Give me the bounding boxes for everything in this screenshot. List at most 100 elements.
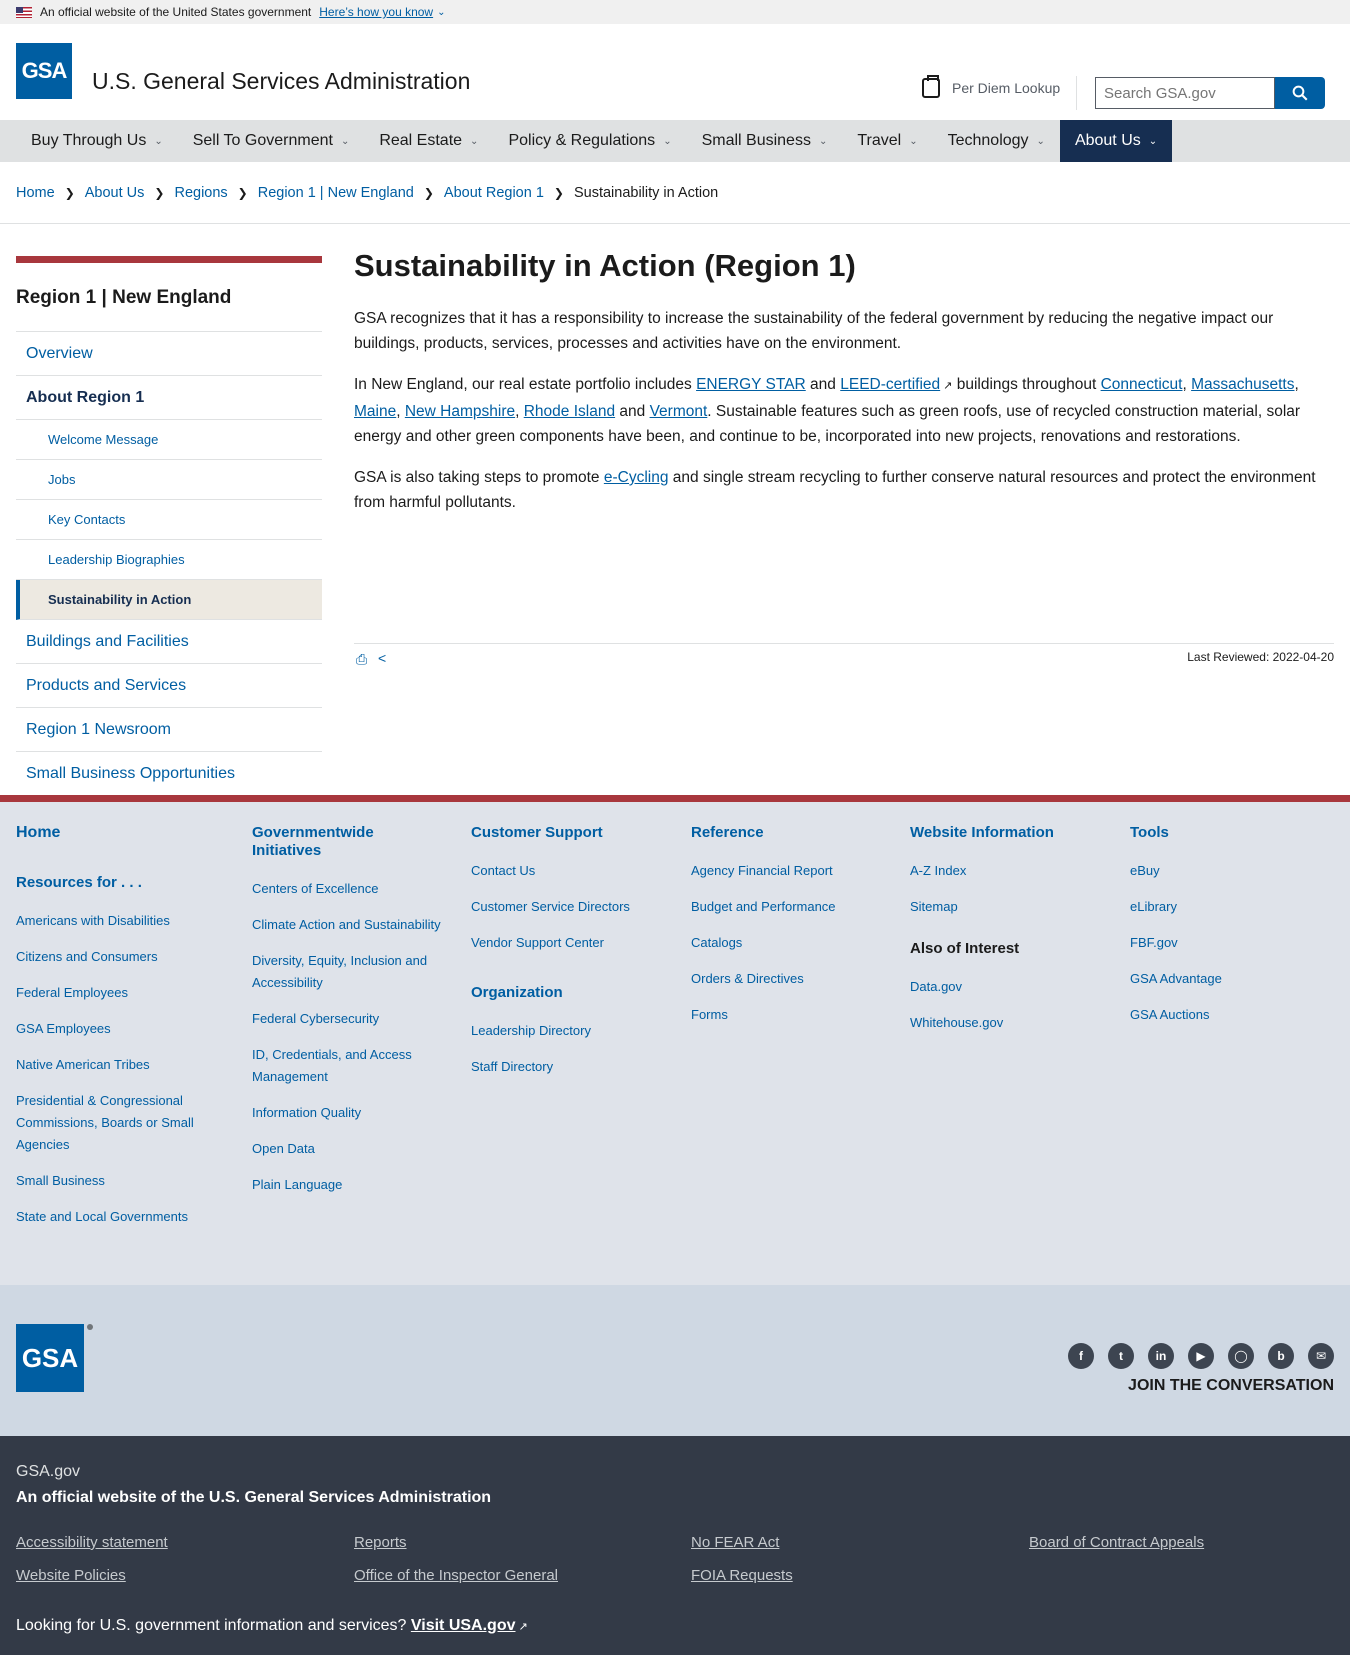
breadcrumb-about-region-1[interactable]: About Region 1 [444, 185, 544, 201]
search-button[interactable] [1275, 77, 1325, 109]
footer-link[interactable]: Contact Us [471, 860, 671, 882]
footer-link[interactable]: Staff Directory [471, 1056, 671, 1078]
footer-link[interactable]: Federal Cybersecurity [252, 1008, 442, 1030]
breadcrumb-regions[interactable]: Regions [174, 185, 227, 201]
linkedin-icon[interactable]: in [1148, 1343, 1174, 1369]
footer-link[interactable]: eBuy [1130, 860, 1330, 882]
breadcrumb-region-1[interactable]: Region 1 | New England [258, 185, 414, 201]
nav-policy-regulations[interactable]: Policy & Regulations ⌄ [493, 120, 686, 162]
footer-link[interactable]: GSA Advantage [1130, 968, 1330, 990]
no-fear-act-link[interactable]: No FEAR Act [691, 1534, 779, 1551]
new-hampshire-link[interactable]: New Hampshire [405, 403, 515, 420]
divider [1076, 76, 1077, 110]
footer-link[interactable]: eLibrary [1130, 896, 1330, 918]
footer-link[interactable]: Agency Financial Report [691, 860, 891, 882]
footer-link[interactable]: Federal Employees [16, 982, 216, 1004]
youtube-icon[interactable]: ▶ [1188, 1343, 1214, 1369]
nav-small-business[interactable]: Small Business ⌄ [687, 120, 843, 162]
footer-link[interactable]: State and Local Governments [16, 1206, 216, 1228]
footer-site-name[interactable]: GSA.gov [16, 1463, 80, 1481]
nav-buy-through-us[interactable]: Buy Through Us ⌄ [16, 120, 178, 162]
site-title[interactable]: U.S. General Services Administration [92, 68, 470, 95]
foia-requests-link[interactable]: FOIA Requests [691, 1567, 793, 1584]
share-icon[interactable]: < [378, 650, 386, 666]
footer-link[interactable]: GSA Auctions [1130, 1004, 1330, 1026]
page-title: Sustainability in Action (Region 1) [354, 248, 856, 283]
footer-link[interactable]: Vendor Support Center [471, 932, 671, 954]
footer-link[interactable]: Orders & Directives [691, 968, 891, 990]
instagram-icon[interactable]: ◯ [1228, 1343, 1254, 1369]
footer-gsa-logo[interactable]: GSA [16, 1324, 84, 1392]
sidenav-about-region-1[interactable]: About Region 1 [16, 376, 322, 420]
main-content: Region 1 | New England Overview About Re… [0, 224, 1350, 795]
footer-link[interactable]: Customer Service Directors [471, 896, 671, 918]
footer-link[interactable]: Presidential & Congressional Commissions… [16, 1090, 216, 1156]
nav-sell-to-government[interactable]: Sell To Government ⌄ [178, 120, 365, 162]
footer-link[interactable]: Leadership Directory [471, 1020, 671, 1042]
vermont-link[interactable]: Vermont [650, 403, 708, 420]
gsa-logo[interactable]: GSA [16, 43, 72, 99]
facebook-icon[interactable]: f [1068, 1343, 1094, 1369]
sidenav-small-business-opportunities[interactable]: Small Business Opportunities [16, 752, 322, 796]
footer-link[interactable]: Catalogs [691, 932, 891, 954]
inspector-general-link[interactable]: Office of the Inspector General [354, 1567, 558, 1584]
footer-link[interactable]: Plain Language [252, 1174, 442, 1196]
footer-link[interactable]: Diversity, Equity, Inclusion and Accessi… [252, 950, 442, 994]
twitter-icon[interactable]: t [1108, 1343, 1134, 1369]
website-policies-link[interactable]: Website Policies [16, 1567, 126, 1584]
leed-certified-link[interactable]: LEED-certified [840, 376, 940, 393]
print-icon[interactable]: ⎙ [356, 652, 370, 666]
per-diem-lookup[interactable]: Per Diem Lookup [922, 75, 1060, 98]
footer-link[interactable]: Climate Action and Sustainability [252, 914, 442, 936]
footer-link[interactable]: A-Z Index [910, 860, 1110, 882]
footer-link[interactable]: Citizens and Consumers [16, 946, 216, 968]
chevron-right-icon: ❯ [64, 185, 75, 200]
footer-link[interactable]: Centers of Excellence [252, 878, 442, 900]
footer-link[interactable]: Sitemap [910, 896, 1110, 918]
footer-link[interactable]: Information Quality [252, 1102, 442, 1124]
maine-link[interactable]: Maine [354, 403, 396, 420]
footer-link[interactable]: Americans with Disabilities [16, 910, 216, 932]
footer-link[interactable]: Forms [691, 1004, 891, 1026]
nav-about-us[interactable]: About Us ⌄ [1059, 120, 1173, 162]
sidenav-leadership-biographies[interactable]: Leadership Biographies [16, 540, 322, 580]
massachusetts-link[interactable]: Massachusetts [1191, 376, 1294, 393]
website-info-heading: Website Information [910, 824, 1054, 841]
search-input[interactable] [1095, 77, 1275, 109]
sidenav-products-services[interactable]: Products and Services [16, 664, 322, 708]
sidenav-buildings-facilities[interactable]: Buildings and Facilities [16, 620, 322, 664]
search-icon [1292, 85, 1308, 101]
footer-link[interactable]: Open Data [252, 1138, 442, 1160]
sidenav-welcome-message[interactable]: Welcome Message [16, 420, 322, 460]
footer-link[interactable]: FBF.gov [1130, 932, 1330, 954]
footer-link[interactable]: GSA Employees [16, 1018, 216, 1040]
board-contract-appeals-link[interactable]: Board of Contract Appeals [1029, 1534, 1204, 1551]
sidenav-region-1-newsroom[interactable]: Region 1 Newsroom [16, 708, 322, 752]
footer-link[interactable]: Small Business [16, 1170, 216, 1192]
energy-star-link[interactable]: ENERGY STAR [696, 376, 806, 393]
sidenav-sustainability-in-action[interactable]: Sustainability in Action [16, 580, 322, 620]
e-cycling-link[interactable]: e-Cycling [604, 469, 669, 486]
sidenav-jobs[interactable]: Jobs [16, 460, 322, 500]
footer-link[interactable]: Budget and Performance [691, 896, 891, 918]
rhode-island-link[interactable]: Rhode Island [524, 403, 615, 420]
reports-link[interactable]: Reports [354, 1534, 407, 1551]
sidenav-key-contacts[interactable]: Key Contacts [16, 500, 322, 540]
nav-real-estate[interactable]: Real Estate ⌄ [364, 120, 493, 162]
heres-how-link[interactable]: Here’s how you know [319, 5, 433, 19]
footer-home-link[interactable]: Home [16, 824, 216, 842]
visit-usa-gov-link[interactable]: Visit USA.gov [411, 1617, 516, 1634]
nav-technology[interactable]: Technology ⌄ [933, 120, 1060, 162]
breadcrumb-home[interactable]: Home [16, 185, 55, 201]
accessibility-statement-link[interactable]: Accessibility statement [16, 1534, 168, 1551]
footer-link[interactable]: Native American Tribes [16, 1054, 216, 1076]
sidenav-overview[interactable]: Overview [16, 332, 322, 376]
footer-link[interactable]: ID, Credentials, and Access Management [252, 1044, 442, 1088]
email-icon[interactable]: ✉ [1308, 1343, 1334, 1369]
blog-icon[interactable]: b [1268, 1343, 1294, 1369]
breadcrumb-about-us[interactable]: About Us [85, 185, 145, 201]
connecticut-link[interactable]: Connecticut [1101, 376, 1183, 393]
nav-travel[interactable]: Travel ⌄ [842, 120, 932, 162]
footer-link[interactable]: Whitehouse.gov [910, 1012, 1110, 1034]
footer-link[interactable]: Data.gov [910, 976, 1110, 998]
